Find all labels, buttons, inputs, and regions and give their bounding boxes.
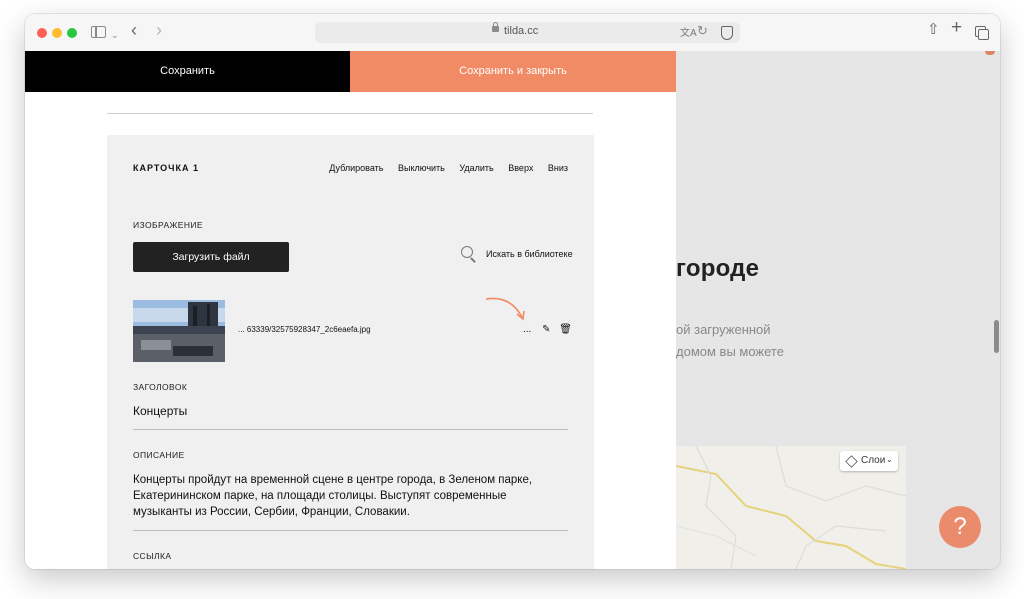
save-button[interactable]: Сохранить — [25, 51, 350, 92]
card-editor-panel: Сохранить Сохранить и закрыть КАРТОЧКА 1… — [25, 51, 676, 569]
save-bar: Сохранить Сохранить и закрыть — [25, 51, 676, 92]
card-editor: КАРТОЧКА 1 Дублировать Выключить Удалить… — [107, 135, 594, 569]
chevron-down-icon[interactable]: ⌄ — [111, 26, 119, 44]
sidebar-icon[interactable] — [91, 26, 106, 38]
help-button[interactable]: ? — [939, 506, 981, 548]
privacy-shield-icon[interactable] — [721, 26, 733, 40]
browser-toolbar: ⌄ ‹ › tilda.cc 文A ↻ ⇧ + — [25, 14, 1000, 52]
new-tab-icon[interactable]: + — [951, 18, 962, 37]
lock-icon — [492, 22, 499, 32]
tab-overview-icon[interactable] — [975, 26, 989, 40]
description-label: ОПИСАНИЕ — [133, 450, 185, 460]
save-and-close-button[interactable]: Сохранить и закрыть — [350, 51, 676, 92]
card-title: КАРТОЧКА 1 — [133, 163, 199, 173]
concert-crowd-image — [133, 300, 225, 362]
search-library-label: Искать в библиотеке — [486, 249, 573, 259]
share-icon[interactable]: ⇧ — [927, 21, 940, 39]
uploaded-file-name: ... 63339/32575928347_2c6eaefa.jpg — [238, 325, 371, 334]
forward-arrow-icon[interactable]: › — [156, 21, 162, 39]
page-scrollbar[interactable] — [994, 320, 999, 353]
chevron-down-icon: ⌄ — [886, 455, 893, 464]
url-text: tilda.cc — [504, 25, 539, 37]
uploaded-image-thumbnail[interactable] — [133, 300, 225, 362]
trash-icon[interactable]: 🗑 — [559, 324, 572, 335]
background-text-line: ой загруженной — [676, 322, 771, 337]
move-up-button[interactable]: Вверх — [508, 163, 533, 173]
card-actions: Дублировать Выключить Удалить Вверх Вниз — [317, 163, 568, 173]
translate-icon[interactable]: 文A — [680, 24, 697, 39]
close-window-button[interactable] — [37, 28, 47, 38]
heading-underline — [133, 429, 568, 430]
edit-pencil-icon[interactable]: ✎ — [542, 324, 550, 335]
minimize-window-button[interactable] — [52, 28, 62, 38]
layers-icon — [845, 455, 858, 468]
move-down-button[interactable]: Вниз — [548, 163, 568, 173]
delete-card-button[interactable]: Удалить — [459, 163, 493, 173]
divider — [107, 113, 593, 114]
annotation-arrow-icon — [485, 297, 525, 321]
browser-window: ⌄ ‹ › tilda.cc 文A ↻ ⇧ + городе ой загруж… — [25, 14, 1000, 569]
link-label: ССЫЛКА — [133, 551, 172, 561]
disable-button[interactable]: Выключить — [398, 163, 445, 173]
heading-input[interactable]: Концерты — [133, 404, 187, 418]
duplicate-button[interactable]: Дублировать — [329, 163, 383, 173]
heading-label: ЗАГОЛОВОК — [133, 382, 188, 392]
description-underline — [133, 530, 568, 531]
zoom-window-button[interactable] — [67, 28, 77, 38]
background-heading: городе — [676, 255, 760, 282]
address-bar[interactable]: tilda.cc 文A ↻ — [315, 22, 740, 43]
upload-file-button[interactable]: Загрузить файл — [133, 242, 289, 272]
layers-label: Слои — [861, 455, 886, 466]
file-actions: ... ✎ 🗑 — [523, 324, 572, 335]
reload-icon[interactable]: ↻ — [697, 23, 708, 39]
back-arrow-icon[interactable]: ‹ — [131, 21, 137, 39]
map-layers-button[interactable]: Слои ⌄ — [840, 451, 898, 471]
description-input[interactable]: Концерты пройдут на временной сцене в це… — [133, 472, 558, 520]
more-options-button[interactable]: ... — [523, 324, 531, 335]
search-icon — [461, 246, 473, 258]
background-text-line: домом вы можете — [676, 344, 784, 359]
image-label: ИЗОБРАЖЕНИЕ — [133, 220, 203, 230]
